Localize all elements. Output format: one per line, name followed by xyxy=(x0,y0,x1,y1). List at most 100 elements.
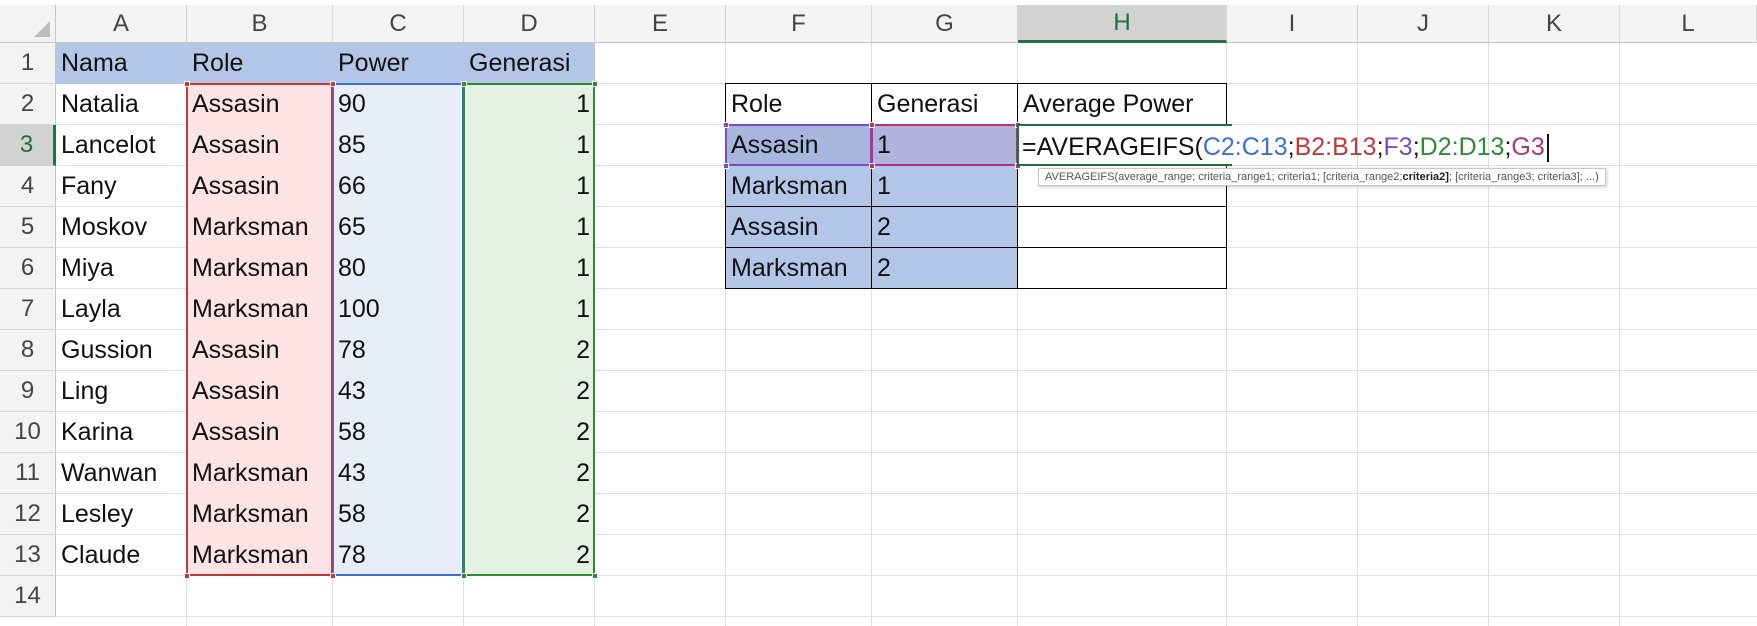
row-header-12[interactable]: 12 xyxy=(0,494,56,535)
table1-data-cell[interactable]: Moskov xyxy=(56,207,187,248)
spreadsheet-grid[interactable]: ABCDEFGHIJKL 1 2 3 4 5 6 7 8 9 10 11 12 13 14 Nama Rol… xyxy=(0,0,1757,626)
column-header-j[interactable]: J xyxy=(1358,5,1489,43)
table1-data-cell[interactable]: Lancelot xyxy=(56,125,187,166)
table2-criteria-cell[interactable]: Assasin xyxy=(726,125,872,166)
table1-data-cell[interactable]: 58 xyxy=(333,494,464,535)
table1-data-cell[interactable]: Miya xyxy=(56,248,187,289)
table1-data-cell[interactable]: 1 xyxy=(464,125,595,166)
select-all-corner[interactable] xyxy=(0,5,56,43)
table1-data-cell[interactable]: 2 xyxy=(464,453,595,494)
table1-header-cell[interactable]: Role xyxy=(187,43,333,84)
column-header-f[interactable]: F xyxy=(726,5,872,43)
table1-data-cell[interactable]: Assasin xyxy=(187,371,333,412)
formula-separator: ; xyxy=(1287,133,1295,161)
function-syntax-tooltip[interactable]: AVERAGEIFS(average_range; criteria_range… xyxy=(1038,168,1606,186)
row-header-6[interactable]: 6 xyxy=(0,248,56,289)
table1-data-cell[interactable]: 66 xyxy=(333,166,464,207)
table1-data-cell[interactable]: Fany xyxy=(56,166,187,207)
row-header-13[interactable]: 13 xyxy=(0,535,56,576)
row-header-14[interactable]: 14 xyxy=(0,576,56,617)
column-header-h[interactable]: H xyxy=(1018,5,1227,43)
table2-criteria-cell[interactable]: 2 xyxy=(872,248,1018,289)
column-header-e[interactable]: E xyxy=(595,5,726,43)
row-header-3[interactable]: 3 xyxy=(0,125,56,166)
table1-data-cell[interactable]: 58 xyxy=(333,412,464,453)
formula-separator: ; xyxy=(1504,133,1512,161)
tooltip-text-after: ; [criteria_range3; criteria3]; ...) xyxy=(1448,171,1599,183)
column-header-g[interactable]: G xyxy=(872,5,1018,43)
table1-data-cell[interactable]: 43 xyxy=(333,453,464,494)
table1-data-cell[interactable]: 78 xyxy=(333,330,464,371)
column-header-l[interactable]: L xyxy=(1620,5,1757,43)
table1-data-cell[interactable]: Marksman xyxy=(187,207,333,248)
table1-data-cell[interactable]: Marksman xyxy=(187,494,333,535)
table1-data-cell[interactable]: 1 xyxy=(464,248,595,289)
table2-criteria-cell[interactable]: Marksman xyxy=(726,248,872,289)
table1-data-cell[interactable]: 85 xyxy=(333,125,464,166)
table2-criteria-cell[interactable]: Assasin xyxy=(726,207,872,248)
table1-data-cell[interactable]: Layla xyxy=(56,289,187,330)
table1-data-cell[interactable]: Wanwan xyxy=(56,453,187,494)
table1-data-cell[interactable]: Claude xyxy=(56,535,187,576)
tooltip-current-argument: criteria2] xyxy=(1402,171,1449,183)
table1-data-cell[interactable]: 2 xyxy=(464,330,595,371)
table1-data-cell[interactable]: Assasin xyxy=(187,84,333,125)
column-header-d[interactable]: D xyxy=(464,5,595,43)
table1-data-cell[interactable]: Marksman xyxy=(187,535,333,576)
table1-data-cell[interactable]: Ling xyxy=(56,371,187,412)
row-header-8[interactable]: 8 xyxy=(0,330,56,371)
table1-data-cell[interactable]: 90 xyxy=(333,84,464,125)
table1-header-cell[interactable]: Generasi xyxy=(464,43,595,84)
formula-in-cell-editor[interactable]: =AVERAGEIFS( C2:C13 ; B2:B13 ; F3 ; D2:D… xyxy=(1017,128,1549,167)
table1-data-cell[interactable]: 2 xyxy=(464,412,595,453)
column-header-i[interactable]: I xyxy=(1227,5,1358,43)
table1-data-cell[interactable]: 1 xyxy=(464,289,595,330)
table1-data-cell[interactable]: 80 xyxy=(333,248,464,289)
row-header-1[interactable]: 1 xyxy=(0,43,56,84)
table2-criteria-cell[interactable]: 2 xyxy=(872,207,1018,248)
table1-data-cell[interactable]: 2 xyxy=(464,535,595,576)
row-header-10[interactable]: 10 xyxy=(0,412,56,453)
table1-data-cell[interactable]: Natalia xyxy=(56,84,187,125)
table1-data-cell[interactable]: Marksman xyxy=(187,289,333,330)
table1-data-cell[interactable]: Assasin xyxy=(187,412,333,453)
table1-data-cell[interactable]: 78 xyxy=(333,535,464,576)
table1-data-cell[interactable]: 43 xyxy=(333,371,464,412)
row-header-5[interactable]: 5 xyxy=(0,207,56,248)
column-header-k[interactable]: K xyxy=(1489,5,1620,43)
table2-criteria-cell[interactable]: Marksman xyxy=(726,166,872,207)
table1-data-cell[interactable]: 2 xyxy=(464,371,595,412)
table1-data-cell[interactable]: 2 xyxy=(464,494,595,535)
tooltip-text-before: AVERAGEIFS(average_range; criteria_range… xyxy=(1045,171,1403,183)
table1-data-cell[interactable]: 65 xyxy=(333,207,464,248)
row-header-9[interactable]: 9 xyxy=(0,371,56,412)
table1-header-cell[interactable]: Power xyxy=(333,43,464,84)
row-header-11[interactable]: 11 xyxy=(0,453,56,494)
table1-data-cell[interactable]: Marksman xyxy=(187,248,333,289)
row-header-2[interactable]: 2 xyxy=(0,84,56,125)
table1-data-cell[interactable]: Assasin xyxy=(187,125,333,166)
table2-header-cell[interactable]: Average Power xyxy=(1018,84,1227,125)
formula-arg-criteria1: F3 xyxy=(1383,133,1413,161)
table1-data-cell[interactable]: 1 xyxy=(464,84,595,125)
column-header-a[interactable]: A xyxy=(56,5,187,43)
table1-data-cell[interactable]: Gussion xyxy=(56,330,187,371)
formula-arg-average-range: C2:C13 xyxy=(1202,133,1288,161)
table2-criteria-cell[interactable]: 1 xyxy=(872,166,1018,207)
table1-data-cell[interactable]: 100 xyxy=(333,289,464,330)
table1-data-cell[interactable]: Karina xyxy=(56,412,187,453)
column-header-b[interactable]: B xyxy=(187,5,333,43)
table1-data-cell[interactable]: Marksman xyxy=(187,453,333,494)
row-header-7[interactable]: 7 xyxy=(0,289,56,330)
table1-data-cell[interactable]: 1 xyxy=(464,207,595,248)
table1-data-cell[interactable]: 1 xyxy=(464,166,595,207)
column-header-c[interactable]: C xyxy=(333,5,464,43)
table1-header-cell[interactable]: Nama xyxy=(56,43,187,84)
table2-header-cell[interactable]: Generasi xyxy=(872,84,1018,125)
table1-data-cell[interactable]: Lesley xyxy=(56,494,187,535)
row-header-4[interactable]: 4 xyxy=(0,166,56,207)
table1-data-cell[interactable]: Assasin xyxy=(187,166,333,207)
table2-criteria-cell[interactable]: 1 xyxy=(872,125,1018,166)
table2-header-cell[interactable]: Role xyxy=(726,84,872,125)
table1-data-cell[interactable]: Assasin xyxy=(187,330,333,371)
